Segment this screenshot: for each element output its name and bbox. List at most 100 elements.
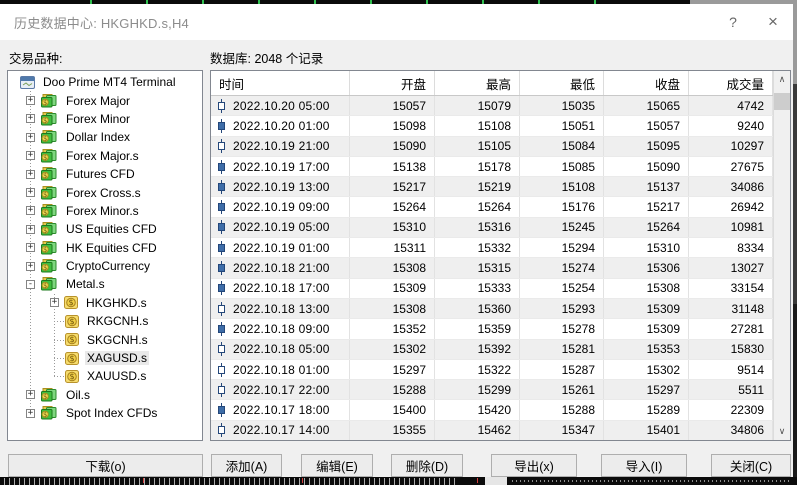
history-table-row[interactable]: 2022.10.19 21:00150901510515084150951029… — [211, 137, 773, 157]
tree-item-label: RKGCNH.s — [85, 314, 150, 328]
expand-icon[interactable]: + — [26, 133, 35, 142]
history-table-row[interactable]: 2022.10.17 14:00153551546215347154013480… — [211, 421, 773, 440]
tree-item-hk-equities-cfd[interactable]: +$HK Equities CFD — [8, 239, 202, 257]
tree-item-xauusd-s[interactable]: $XAUUSD.s — [8, 367, 202, 385]
scroll-down-icon[interactable]: ∨ — [774, 423, 790, 440]
column-header-open: 开盘 — [350, 71, 435, 95]
expand-icon[interactable]: + — [26, 243, 35, 252]
svg-text:$: $ — [43, 392, 47, 400]
expand-icon[interactable]: + — [26, 262, 35, 271]
cell-time: 2022.10.18 09:00 — [211, 319, 350, 338]
tree-item-cryptocurrency[interactable]: +$CryptoCurrency — [8, 257, 202, 275]
history-table-row[interactable]: 2022.10.20 05:00150571507915035150654742 — [211, 96, 773, 116]
column-header-time: 时间 — [211, 71, 350, 95]
tree-item-label: Forex Cross.s — [64, 186, 143, 200]
history-table-row[interactable]: 2022.10.17 22:00152881529915261152975511 — [211, 380, 773, 400]
tree-item-us-equities-cfd[interactable]: +$US Equities CFD — [8, 220, 202, 238]
cell-open: 15090 — [350, 137, 435, 156]
close-icon[interactable]: × — [753, 4, 793, 40]
symbols-tree-panel: Doo Prime MT4 Terminal+$Forex Major+$For… — [7, 70, 203, 441]
svg-text:$: $ — [43, 264, 47, 272]
folder-icon: $ — [40, 186, 58, 200]
history-table-row[interactable]: 2022.10.18 05:00153021539215281153531583… — [211, 340, 773, 360]
cell-time: 2022.10.17 14:00 — [211, 421, 350, 440]
history-table-row[interactable]: 2022.10.18 09:00153521535915278153092728… — [211, 319, 773, 339]
add-button[interactable]: 添加(A) — [211, 454, 282, 477]
history-table-row[interactable]: 2022.10.18 13:00153081536015293153093114… — [211, 299, 773, 319]
candle-up-icon — [217, 383, 233, 397]
expand-icon[interactable]: + — [26, 151, 35, 160]
tree-item-forex-major[interactable]: +$Forex Major — [8, 91, 202, 109]
help-button[interactable]: ? — [713, 4, 753, 40]
history-table-row[interactable]: 2022.10.19 01:00153111533215294153108334 — [211, 238, 773, 258]
cell-low: 15085 — [520, 157, 604, 176]
close-button[interactable]: 关闭(C) — [711, 454, 791, 477]
export-button[interactable]: 导出(x) — [491, 454, 577, 477]
tree-item-oil-s[interactable]: +$Oil.s — [8, 386, 202, 404]
history-table-row[interactable]: 2022.10.18 01:00152971532215287153029514 — [211, 360, 773, 380]
expand-icon[interactable]: + — [26, 409, 35, 418]
expand-icon[interactable]: + — [26, 96, 35, 105]
tree-item-rkgcnh-s[interactable]: $ RKGCNH.s — [8, 312, 202, 330]
history-table-row[interactable]: 2022.10.19 13:00152171521915108151373408… — [211, 177, 773, 197]
table-scrollbar[interactable]: ∧ ∨ — [773, 71, 790, 440]
tree-item-metal-s[interactable]: -$Metal.s — [8, 275, 202, 293]
history-table-row[interactable]: 2022.10.19 09:00152641526415176152172694… — [211, 197, 773, 217]
download-button[interactable]: 下载(o) — [8, 454, 203, 477]
expand-icon[interactable]: + — [50, 298, 59, 307]
tree-item-futures-cfd[interactable]: +$Futures CFD — [8, 165, 202, 183]
expand-icon[interactable]: + — [26, 114, 35, 123]
cell-volume: 5511 — [689, 380, 773, 399]
folder-icon: $ — [40, 388, 58, 402]
cell-low: 15287 — [520, 360, 604, 379]
folder-icon: $ — [40, 130, 58, 144]
cell-volume: 8334 — [689, 238, 773, 257]
tree-item-forex-major-s[interactable]: +$Forex Major.s — [8, 147, 202, 165]
cell-high: 15219 — [435, 177, 520, 196]
cell-open: 15308 — [350, 299, 435, 318]
time-value: 2022.10.20 05:00 — [233, 99, 330, 113]
expand-icon[interactable]: + — [26, 188, 35, 197]
candle-down-icon — [217, 261, 233, 275]
candle-up-icon — [217, 423, 233, 437]
tree-item-hkghkd-s[interactable]: +$HKGHKD.s — [8, 294, 202, 312]
history-table-row[interactable]: 2022.10.20 01:00150981510815051150579240 — [211, 116, 773, 136]
dialog-titlebar[interactable]: 历史数据中心: HKGHKD.s,H4 ? × — [0, 4, 793, 40]
tree-item-label: Forex Minor — [64, 112, 132, 126]
tree-item-doo-prime-mt4-terminal[interactable]: Doo Prime MT4 Terminal — [8, 73, 202, 91]
cell-time: 2022.10.17 18:00 — [211, 400, 350, 419]
cell-time: 2022.10.18 17:00 — [211, 279, 350, 298]
scroll-up-icon[interactable]: ∧ — [774, 71, 790, 88]
history-table-row[interactable]: 2022.10.17 18:00154001542015288152892230… — [211, 400, 773, 420]
tree-item-xagusd-s[interactable]: $XAGUSD.s — [8, 349, 202, 367]
expand-icon[interactable]: + — [26, 225, 35, 234]
import-button[interactable]: 导入(I) — [601, 454, 687, 477]
cell-volume: 26942 — [689, 197, 773, 216]
tree-item-dollar-index[interactable]: +$Dollar Index — [8, 128, 202, 146]
history-table-row[interactable]: 2022.10.18 17:00153091533315254153083315… — [211, 279, 773, 299]
tree-item-forex-cross-s[interactable]: + $ Forex Cross.s — [8, 183, 202, 201]
history-table-row[interactable]: 2022.10.18 21:00153081531515274153061302… — [211, 258, 773, 278]
edit-button[interactable]: 编辑(E) — [301, 454, 373, 477]
history-table-row[interactable]: 2022.10.19 17:00151381517815085150902767… — [211, 157, 773, 177]
cell-high: 15392 — [435, 340, 520, 359]
collapse-icon[interactable]: - — [26, 280, 35, 289]
tree-item-forex-minor[interactable]: +$Forex Minor — [8, 110, 202, 128]
expand-icon[interactable]: + — [26, 206, 35, 215]
cell-high: 15316 — [435, 218, 520, 237]
cell-volume: 22309 — [689, 400, 773, 419]
tree-item-skgcnh-s[interactable]: $SKGCNH.s — [8, 330, 202, 348]
expand-icon[interactable]: + — [26, 170, 35, 179]
candle-down-icon — [217, 119, 233, 133]
cell-time: 2022.10.18 01:00 — [211, 360, 350, 379]
history-table-row[interactable]: 2022.10.19 05:00153101531615245152641098… — [211, 218, 773, 238]
cell-low: 15254 — [520, 279, 604, 298]
scrollbar-thumb[interactable] — [774, 93, 790, 110]
cell-close: 15297 — [604, 380, 689, 399]
tree-item-spot-index-cfds[interactable]: +$Spot Index CFDs — [8, 404, 202, 422]
expand-icon[interactable]: + — [26, 390, 35, 399]
tree-item-forex-minor-s[interactable]: +$Forex Minor.s — [8, 202, 202, 220]
delete-button[interactable]: 删除(D) — [391, 454, 463, 477]
svg-text:$: $ — [69, 317, 74, 326]
cell-time: 2022.10.20 01:00 — [211, 116, 350, 135]
